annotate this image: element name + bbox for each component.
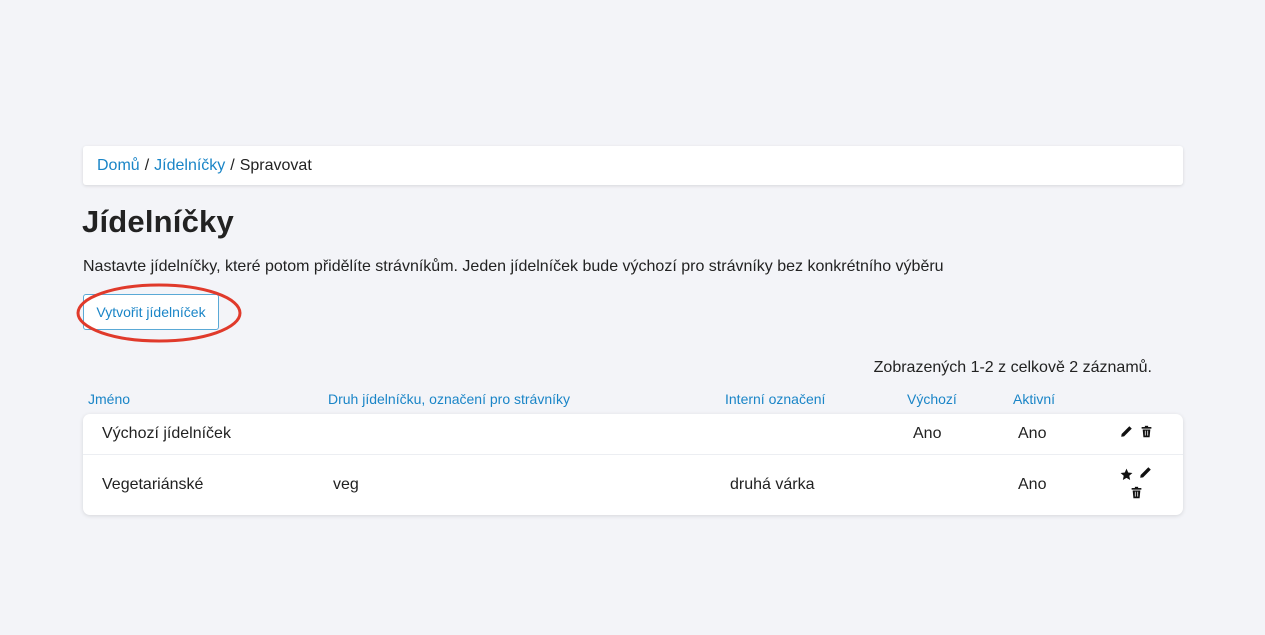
records-count: Zobrazených 1-2 z celkově 2 záznamů. [873, 359, 1152, 376]
star-icon[interactable] [1120, 468, 1133, 481]
cell-name: Vegetariánské [102, 476, 204, 493]
cell-active: Ano [1018, 476, 1047, 493]
column-header-name[interactable]: Jméno [88, 391, 130, 407]
cell-name: Výchozí jídelníček [102, 425, 231, 442]
trash-icon[interactable] [1140, 425, 1153, 438]
table-row: Vegetariánské veg druhá várka Ano [83, 455, 1183, 515]
cell-default: Ano [913, 425, 942, 442]
breadcrumb-current: Spravovat [239, 156, 312, 174]
column-header-active[interactable]: Aktivní [1013, 391, 1055, 407]
column-header-default[interactable]: Výchozí [907, 391, 957, 407]
cell-type: veg [333, 476, 359, 493]
page-title: Jídelníčky [82, 204, 234, 239]
menus-table: Výchozí jídelníček Ano Ano Vegetariánské… [83, 414, 1183, 515]
breadcrumb-separator: / [144, 156, 150, 174]
edit-icon[interactable] [1139, 466, 1152, 479]
breadcrumb: Domů / Jídelníčky / Spravovat [83, 146, 1183, 185]
trash-icon[interactable] [1130, 486, 1143, 499]
create-menu-button[interactable]: Vytvořit jídelníček [83, 294, 219, 330]
column-header-internal[interactable]: Interní označení [725, 391, 825, 407]
edit-icon[interactable] [1120, 425, 1133, 438]
breadcrumb-home-link[interactable]: Domů [97, 157, 140, 175]
page-description: Nastavte jídelníčky, které potom přidělí… [83, 258, 944, 275]
cell-active: Ano [1018, 425, 1047, 442]
breadcrumb-separator: / [230, 156, 235, 174]
breadcrumb-section-link[interactable]: Jídelníčky [154, 157, 225, 175]
cell-internal: druhá várka [730, 476, 815, 493]
table-row: Výchozí jídelníček Ano Ano [83, 414, 1183, 455]
column-header-type[interactable]: Druh jídelníčku, označení pro strávníky [328, 391, 570, 407]
